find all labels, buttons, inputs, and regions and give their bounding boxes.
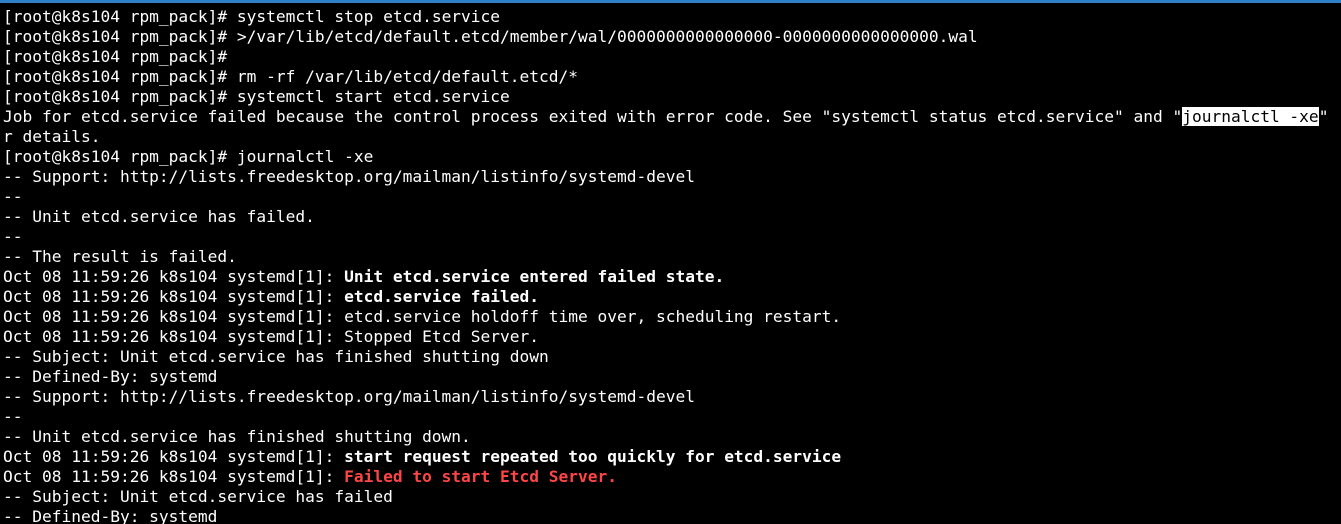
output-text: -- Defined-By: systemd	[3, 367, 218, 386]
output-line: r details.	[3, 127, 1339, 147]
window-top-accent-bar	[0, 0, 1341, 3]
output-text: -- Defined-By: systemd	[3, 507, 218, 524]
output-text: -- Subject: Unit etcd.service has finish…	[3, 347, 549, 366]
output-text: --	[3, 227, 23, 246]
log-message: start request repeated too quickly for e…	[344, 447, 842, 466]
journal-log-line: Oct 08 11:59:26 k8s104 systemd[1]: Unit …	[3, 267, 1339, 287]
journal-log-line: Oct 08 11:59:26 k8s104 systemd[1]: etcd.…	[3, 287, 1339, 307]
output-line: -- Unit etcd.service has finished shutti…	[3, 427, 1339, 447]
output-text: -- The result is failed.	[3, 247, 237, 266]
shell-command: >/var/lib/etcd/default.etcd/member/wal/0…	[236, 27, 978, 46]
prompt-line: [root@k8s104 rpm_pack]# systemctl start …	[3, 87, 1339, 107]
output-line: -- Defined-By: systemd	[3, 507, 1339, 524]
prompt-line: [root@k8s104 rpm_pack]# systemctl stop e…	[3, 7, 1339, 27]
log-prefix: Oct 08 11:59:26 k8s104 systemd[1]:	[3, 447, 345, 466]
journal-log-line: Oct 08 11:59:26 k8s104 systemd[1]: Stopp…	[3, 327, 1339, 347]
prompt-line: [root@k8s104 rpm_pack]# journalctl -xe	[3, 147, 1339, 167]
shell-command: systemctl stop etcd.service	[236, 7, 501, 26]
output-text: " fo	[1318, 107, 1339, 126]
output-text: -- Subject: Unit etcd.service has failed	[3, 487, 393, 506]
shell-prompt: [root@k8s104 rpm_pack]#	[3, 147, 237, 166]
log-prefix: Oct 08 11:59:26 k8s104 systemd[1]:	[3, 287, 345, 306]
output-line: -- Unit etcd.service has failed.	[3, 207, 1339, 227]
log-message: etcd.service holdoff time over, scheduli…	[344, 307, 842, 326]
shell-prompt: [root@k8s104 rpm_pack]#	[3, 87, 237, 106]
output-line: --	[3, 187, 1339, 207]
output-line: -- Subject: Unit etcd.service has failed	[3, 487, 1339, 507]
terminal-output[interactable]: [root@k8s104 rpm_pack]# systemctl stop e…	[3, 7, 1339, 524]
prompt-line: [root@k8s104 rpm_pack]#	[3, 47, 1339, 67]
prompt-line: [root@k8s104 rpm_pack]# rm -rf /var/lib/…	[3, 67, 1339, 87]
journal-log-line: Oct 08 11:59:26 k8s104 systemd[1]: etcd.…	[3, 307, 1339, 327]
log-prefix: Oct 08 11:59:26 k8s104 systemd[1]:	[3, 467, 345, 486]
output-line: -- The result is failed.	[3, 247, 1339, 267]
prompt-line: [root@k8s104 rpm_pack]# >/var/lib/etcd/d…	[3, 27, 1339, 47]
output-line: -- Support: http://lists.freedesktop.org…	[3, 387, 1339, 407]
journal-log-line: Oct 08 11:59:26 k8s104 systemd[1]: start…	[3, 447, 1339, 467]
log-prefix: Oct 08 11:59:26 k8s104 systemd[1]:	[3, 327, 345, 346]
log-message: Failed to start Etcd Server.	[344, 467, 617, 486]
output-text: -- Unit etcd.service has finished shutti…	[3, 427, 471, 446]
log-prefix: Oct 08 11:59:26 k8s104 systemd[1]:	[3, 267, 345, 286]
output-text: --	[3, 187, 23, 206]
shell-prompt: [root@k8s104 rpm_pack]#	[3, 7, 237, 26]
output-line: Job for etcd.service failed because the …	[3, 107, 1339, 127]
output-text: -- Support: http://lists.freedesktop.org…	[3, 167, 695, 186]
output-line: -- Subject: Unit etcd.service has finish…	[3, 347, 1339, 367]
selected-text[interactable]: journalctl -xe	[1182, 107, 1319, 126]
output-text: --	[3, 407, 23, 426]
output-line: -- Support: http://lists.freedesktop.org…	[3, 167, 1339, 187]
shell-command: systemctl start etcd.service	[236, 87, 510, 106]
output-line: --	[3, 227, 1339, 247]
log-message: Unit etcd.service entered failed state.	[344, 267, 725, 286]
shell-prompt: [root@k8s104 rpm_pack]#	[3, 67, 237, 86]
journal-log-line: Oct 08 11:59:26 k8s104 systemd[1]: Faile…	[3, 467, 1339, 487]
output-text: Job for etcd.service failed because the …	[3, 107, 1183, 126]
log-message: etcd.service failed.	[344, 287, 540, 306]
output-line: -- Defined-By: systemd	[3, 367, 1339, 387]
shell-prompt: [root@k8s104 rpm_pack]#	[3, 47, 237, 66]
shell-prompt: [root@k8s104 rpm_pack]#	[3, 27, 237, 46]
shell-command: journalctl -xe	[236, 147, 374, 166]
output-line: --	[3, 407, 1339, 427]
output-text: -- Unit etcd.service has failed.	[3, 207, 315, 226]
output-text: r details.	[3, 127, 101, 146]
log-prefix: Oct 08 11:59:26 k8s104 systemd[1]:	[3, 307, 345, 326]
output-text: -- Support: http://lists.freedesktop.org…	[3, 387, 695, 406]
log-message: Stopped Etcd Server.	[344, 327, 540, 346]
shell-command: rm -rf /var/lib/etcd/default.etcd/*	[236, 67, 579, 86]
